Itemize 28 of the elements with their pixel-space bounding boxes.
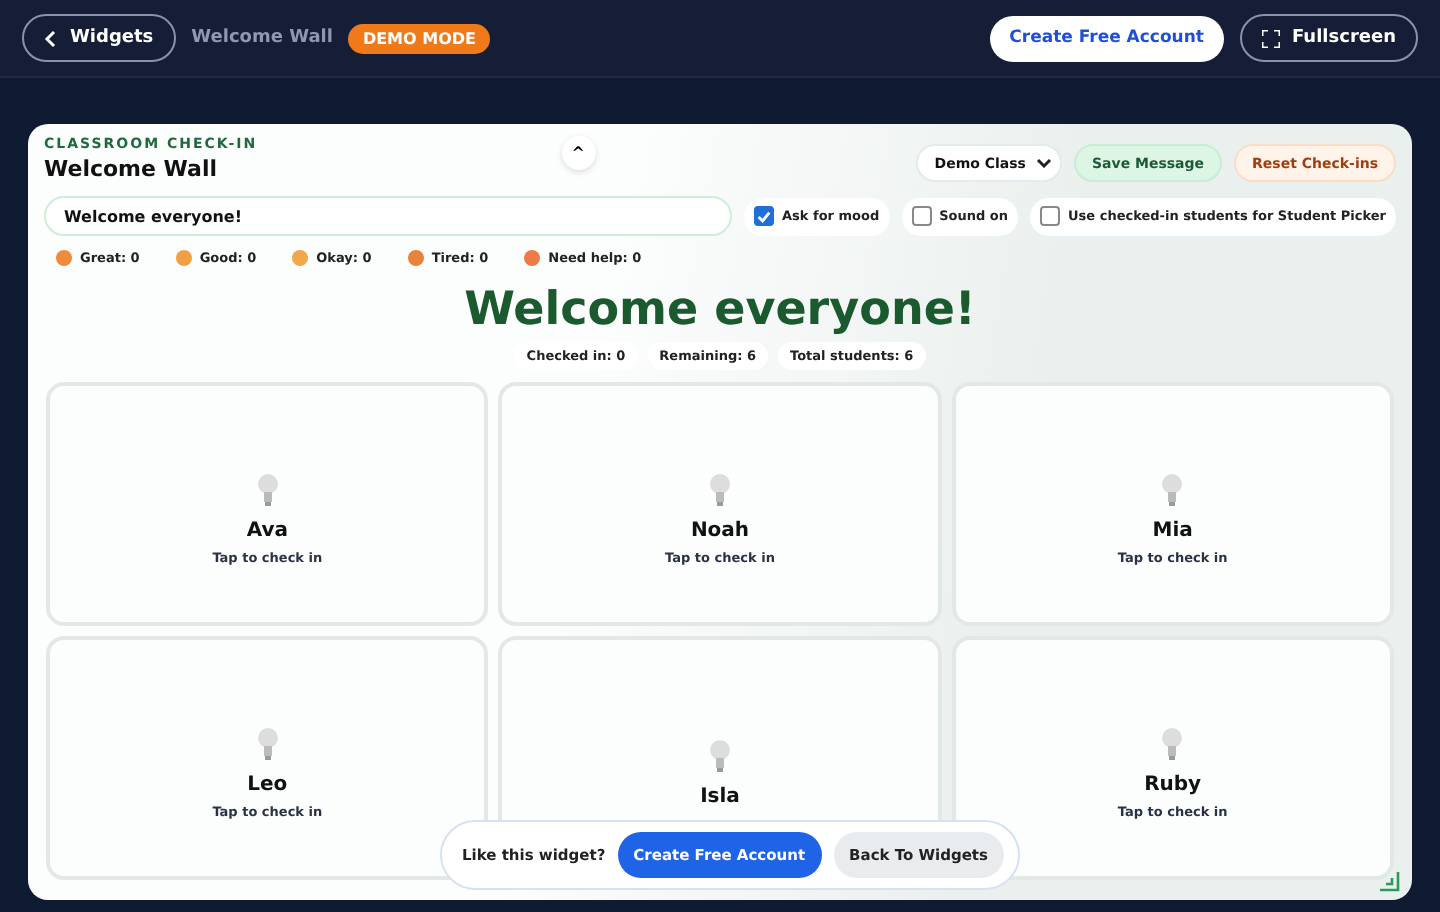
lightbulb-icon bbox=[707, 737, 732, 773]
fullscreen-icon bbox=[1261, 29, 1280, 47]
student-name: Ruby bbox=[1144, 773, 1202, 795]
demo-mode-badge: DEMO MODE bbox=[348, 23, 490, 53]
student-name: Mia bbox=[1152, 519, 1193, 541]
lightbulb-icon bbox=[1160, 471, 1185, 507]
student-name: Ava bbox=[246, 519, 288, 541]
fullscreen-button[interactable]: Fullscreen bbox=[1239, 14, 1418, 62]
checkbox[interactable] bbox=[1040, 206, 1061, 226]
lightbulb-icon bbox=[255, 725, 280, 761]
checkbox[interactable] bbox=[911, 206, 932, 226]
back-button[interactable]: Widgets bbox=[22, 14, 176, 62]
welcome-heading: Welcome everyone! bbox=[462, 282, 978, 338]
widget-title: Welcome Wall bbox=[44, 156, 220, 182]
chevron-left-icon bbox=[44, 29, 56, 47]
lightbulb-icon bbox=[1160, 725, 1185, 761]
student-name: Noah bbox=[690, 519, 750, 541]
checkbox[interactable] bbox=[754, 206, 774, 226]
student-name: Leo bbox=[247, 773, 288, 795]
lightbulb-icon bbox=[707, 471, 732, 507]
message-input[interactable]: Welcome everyone! bbox=[44, 196, 732, 236]
chevron-down-icon bbox=[1035, 158, 1052, 168]
lightbulb-icon bbox=[255, 471, 280, 507]
page-title: Welcome Wall bbox=[191, 28, 333, 48]
resize-handle-icon[interactable] bbox=[1380, 872, 1400, 892]
create-account-button[interactable]: Create Free Account bbox=[989, 15, 1224, 61]
collapse-button[interactable]: ^ bbox=[561, 136, 596, 170]
student-name: Isla bbox=[700, 785, 740, 807]
